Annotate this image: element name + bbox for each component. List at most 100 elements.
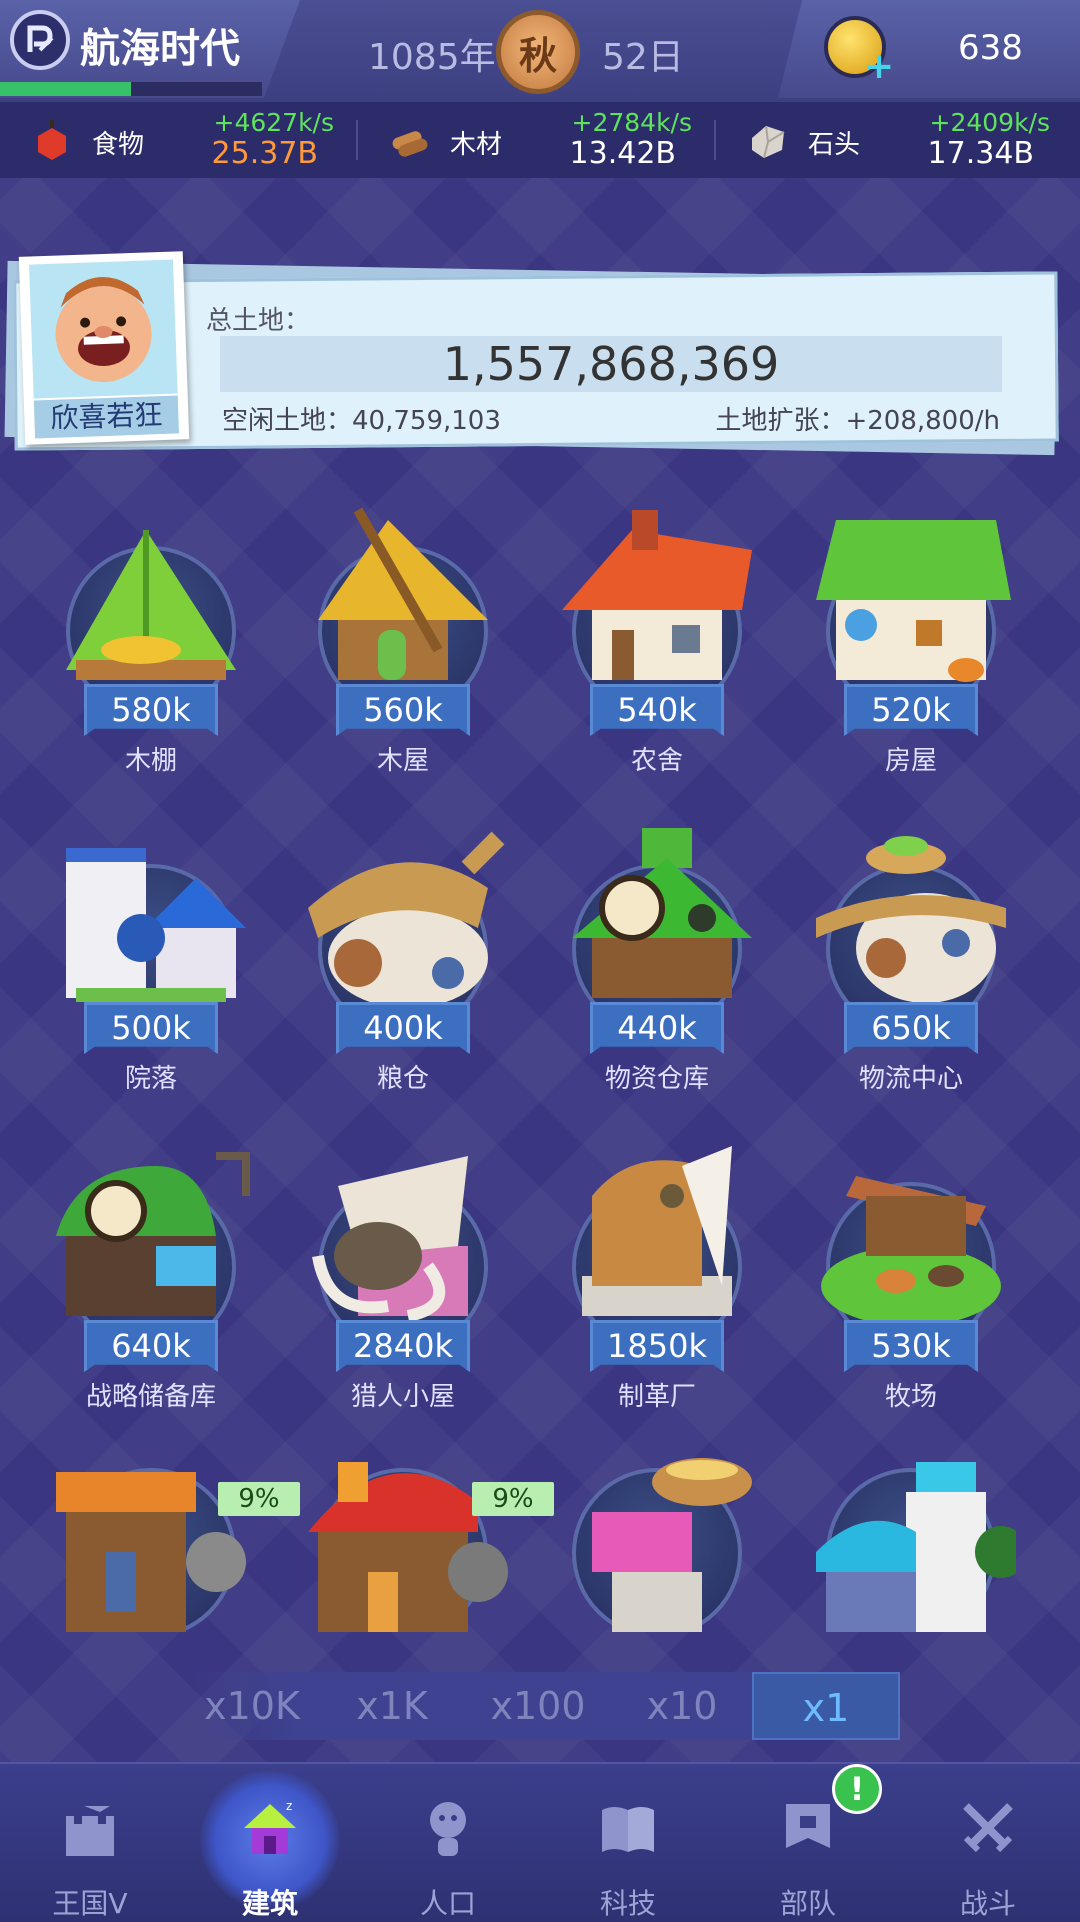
- building-name: 粮仓: [376, 1064, 429, 1094]
- nav-buildings[interactable]: z 建筑: [210, 1790, 330, 1920]
- nav-label: 科技: [599, 1887, 656, 1920]
- building-card[interactable]: 540k 农舍: [552, 500, 762, 800]
- building-cost: 640k: [84, 1320, 218, 1372]
- building-card[interactable]: 640k 战略储备库: [46, 1136, 256, 1436]
- resource-rate: +4627k/s: [213, 108, 335, 137]
- building-card[interactable]: [552, 1440, 762, 1632]
- troops-alert-badge: !: [832, 1764, 882, 1814]
- building-card[interactable]: 560k 木屋: [298, 500, 508, 800]
- house-icon: z: [244, 1799, 296, 1854]
- building-cost: 530k: [844, 1320, 978, 1372]
- partial-building-row: 9% 9%: [0, 1440, 1080, 1632]
- player-portrait[interactable]: 欣喜若狂: [18, 251, 190, 445]
- resource-name: 木材: [450, 130, 503, 160]
- building-card[interactable]: [46, 1440, 256, 1632]
- free-land-label: 空闲土地：: [222, 406, 353, 436]
- nav-technology[interactable]: 科技: [568, 1790, 688, 1920]
- free-land-value: 40,759,103: [352, 406, 501, 436]
- nav-kingdom[interactable]: 王国V: [30, 1790, 150, 1920]
- building-name: 物流中心: [858, 1064, 963, 1094]
- apple-icon: [38, 120, 66, 160]
- building-card[interactable]: [298, 1440, 508, 1632]
- building-card[interactable]: 530k 牧场: [806, 1136, 1016, 1436]
- stone-icon: [752, 125, 785, 159]
- multiplier-x1[interactable]: x1: [752, 1672, 900, 1740]
- resource-rate: +2409k/s: [929, 108, 1051, 137]
- mill-pink-icon: [592, 1458, 752, 1632]
- progress-badge: 9%: [218, 1482, 300, 1516]
- workshop-orange-icon: [56, 1472, 246, 1632]
- svg-text:z: z: [286, 1799, 292, 1813]
- progress-badge: 9%: [472, 1482, 554, 1516]
- add-coins-icon[interactable]: +: [864, 49, 894, 85]
- wood-log-icon: [392, 131, 428, 157]
- building-card[interactable]: [806, 1440, 1016, 1632]
- building-card[interactable]: 580k 木棚: [46, 500, 256, 800]
- nav-battle[interactable]: 战斗: [928, 1790, 1048, 1920]
- nav-label: 人口: [419, 1887, 476, 1920]
- building-cost: 540k: [590, 684, 724, 736]
- year-label: 1085年: [368, 37, 496, 78]
- nav-population[interactable]: 人口: [388, 1790, 508, 1920]
- building-name: 制革厂: [617, 1382, 696, 1412]
- building-card[interactable]: 520k 房屋: [806, 500, 1016, 800]
- resource-amount: 25.37B: [211, 136, 318, 171]
- land-expansion-row: 土地扩张：+208,800/h: [715, 400, 1000, 437]
- season-badge: 秋: [496, 10, 580, 94]
- resource-food: 食物 +4627k/s 25.37B: [0, 102, 358, 178]
- menu-logo-icon[interactable]: [10, 10, 70, 70]
- resource-amount: 17.34B: [927, 136, 1034, 171]
- resource-bar: 食物 +4627k/s 25.37B 木材 +2784k/s 13.42B 石头…: [0, 102, 1080, 178]
- building-card[interactable]: 400k 粮仓: [298, 818, 508, 1118]
- crossed-swords-icon: [963, 1803, 1013, 1853]
- building-name: 农舍: [630, 746, 683, 776]
- multiplier-x10[interactable]: x10: [620, 1672, 744, 1740]
- total-land-label: 总土地：: [206, 306, 311, 336]
- day-label: 52日: [602, 37, 684, 78]
- nav-label: 王国V: [52, 1887, 128, 1920]
- coin-count: 638: [958, 28, 1023, 68]
- building-cost: 1850k: [590, 1320, 724, 1372]
- land-expansion-value: +208,800/h: [845, 406, 1000, 436]
- multiplier-x1k[interactable]: x1K: [330, 1672, 454, 1740]
- game-title: 航海时代: [80, 26, 240, 72]
- building-card[interactable]: 440k 物资仓库: [552, 818, 762, 1118]
- nav-label: 部队: [779, 1887, 836, 1920]
- player-name: 欣喜若狂: [33, 395, 180, 439]
- total-land-value: 1,557,868,369: [220, 336, 1002, 392]
- avatar: [29, 259, 178, 399]
- resource-wood: 木材 +2784k/s 13.42B: [358, 102, 716, 178]
- bottom-nav: [0, 1762, 1080, 1922]
- xp-progress-bar: [0, 82, 262, 96]
- building-name: 物资仓库: [604, 1064, 709, 1094]
- land-expansion-label: 土地扩张：: [715, 406, 846, 436]
- building-card[interactable]: 500k 院落: [46, 818, 256, 1118]
- building-cost: 2840k: [336, 1320, 470, 1372]
- building-card[interactable]: 2840k 猎人小屋: [298, 1136, 508, 1436]
- resource-amount: 13.42B: [569, 136, 676, 171]
- building-name: 牧场: [884, 1382, 937, 1412]
- resource-name: 石头: [808, 130, 861, 160]
- multiplier-x10k[interactable]: x10K: [190, 1672, 314, 1740]
- book-icon: [602, 1807, 654, 1852]
- resource-stone: 石头 +2409k/s 17.34B: [716, 102, 1074, 178]
- building-cost: 650k: [844, 1002, 978, 1054]
- building-name: 房屋: [884, 746, 937, 776]
- building-card[interactable]: 650k 物流中心: [806, 818, 1016, 1118]
- building-card[interactable]: 1850k 制革厂: [552, 1136, 762, 1436]
- building-cost: 440k: [590, 1002, 724, 1054]
- building-cost: 400k: [336, 1002, 470, 1054]
- building-name: 木屋: [376, 746, 429, 776]
- building-name: 院落: [124, 1064, 177, 1094]
- building-cost: 580k: [84, 684, 218, 736]
- multiplier-x100[interactable]: x100: [476, 1672, 600, 1740]
- building-cost: 560k: [336, 684, 470, 736]
- building-cost: 520k: [844, 684, 978, 736]
- banner-icon: [786, 1804, 830, 1848]
- free-land-row: 空闲土地：40,759,103: [222, 400, 501, 437]
- building-name: 木棚: [124, 746, 177, 776]
- nav-label: 建筑: [241, 1887, 298, 1920]
- castle-icon: [66, 1806, 114, 1856]
- building-name: 猎人小屋: [350, 1382, 455, 1412]
- resource-rate: +2784k/s: [571, 108, 693, 137]
